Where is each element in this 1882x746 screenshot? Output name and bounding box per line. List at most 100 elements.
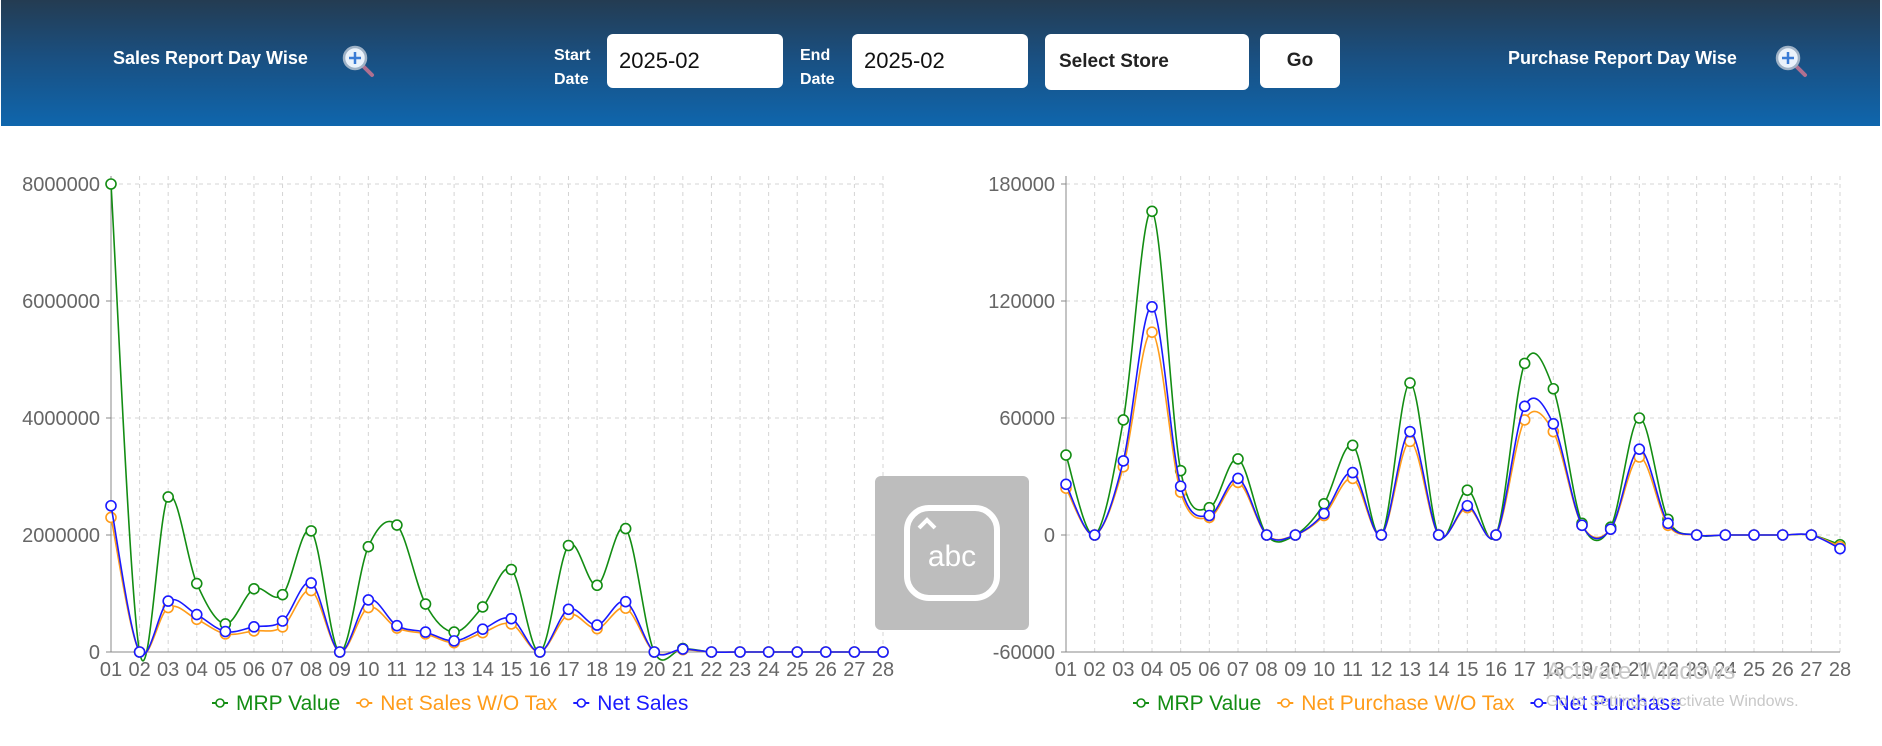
data-point[interactable] bbox=[1260, 529, 1273, 541]
data-point[interactable] bbox=[362, 594, 375, 606]
data-point[interactable] bbox=[1146, 301, 1158, 313]
data-point[interactable] bbox=[534, 646, 546, 658]
data-point[interactable] bbox=[305, 525, 317, 537]
data-point[interactable] bbox=[1518, 357, 1531, 370]
data-point[interactable] bbox=[505, 563, 518, 576]
data-point[interactable] bbox=[1404, 377, 1416, 389]
data-point[interactable] bbox=[276, 588, 289, 601]
data-point[interactable] bbox=[1318, 507, 1330, 520]
data-point[interactable] bbox=[1690, 529, 1703, 541]
keyboard-tile[interactable]: abc bbox=[875, 476, 1029, 630]
data-point[interactable] bbox=[1404, 435, 1416, 448]
data-point[interactable] bbox=[1060, 449, 1072, 461]
legend-item[interactable]: Net Sales bbox=[573, 692, 688, 715]
series-line bbox=[1065, 306, 1841, 550]
data-point[interactable] bbox=[648, 646, 661, 658]
data-point[interactable] bbox=[391, 619, 403, 632]
data-point[interactable] bbox=[877, 646, 889, 658]
data-point[interactable] bbox=[162, 595, 174, 607]
data-point[interactable] bbox=[1748, 529, 1760, 541]
data-point[interactable] bbox=[1461, 499, 1474, 512]
x-tick-label: 20 bbox=[643, 659, 665, 681]
data-point[interactable] bbox=[419, 598, 432, 610]
data-point[interactable] bbox=[1117, 455, 1130, 467]
data-point[interactable] bbox=[333, 646, 346, 658]
data-point[interactable] bbox=[1719, 529, 1732, 541]
data-point[interactable] bbox=[705, 646, 718, 658]
data-point[interactable] bbox=[1232, 472, 1244, 485]
data-point[interactable] bbox=[1117, 414, 1130, 426]
data-point[interactable] bbox=[190, 608, 203, 621]
legend-item[interactable]: Net Purchase W/O Tax bbox=[1277, 692, 1515, 715]
sales-zoom-icon[interactable] bbox=[341, 44, 375, 78]
data-point[interactable] bbox=[190, 577, 203, 590]
purchase-zoom-icon[interactable] bbox=[1774, 44, 1808, 78]
data-point[interactable] bbox=[391, 519, 403, 531]
data-point[interactable] bbox=[1088, 529, 1101, 541]
data-point[interactable] bbox=[162, 491, 174, 503]
data-point[interactable] bbox=[1604, 523, 1617, 535]
data-point[interactable] bbox=[762, 646, 775, 658]
store-select[interactable]: Select Store bbox=[1045, 34, 1249, 90]
data-point[interactable] bbox=[1146, 205, 1158, 218]
data-point[interactable] bbox=[1375, 529, 1388, 541]
data-point[interactable] bbox=[219, 625, 232, 638]
x-tick-label: 12 bbox=[1370, 659, 1392, 681]
data-point[interactable] bbox=[1346, 466, 1359, 479]
data-point[interactable] bbox=[248, 621, 260, 633]
data-point[interactable] bbox=[1289, 529, 1302, 541]
data-point[interactable] bbox=[1776, 529, 1789, 541]
data-point[interactable] bbox=[562, 539, 575, 552]
data-point[interactable] bbox=[1461, 484, 1474, 496]
data-point[interactable] bbox=[1232, 453, 1244, 465]
data-point[interactable] bbox=[591, 619, 603, 631]
data-point[interactable] bbox=[1805, 529, 1818, 541]
data-point[interactable] bbox=[133, 646, 146, 658]
data-point[interactable] bbox=[1633, 443, 1646, 456]
data-point[interactable] bbox=[1432, 529, 1445, 541]
legend-item[interactable]: Net Sales W/O Tax bbox=[356, 692, 558, 715]
data-point[interactable] bbox=[734, 646, 746, 658]
data-point[interactable] bbox=[1174, 480, 1187, 493]
x-tick-label: 25 bbox=[1743, 659, 1765, 681]
data-point[interactable] bbox=[1576, 519, 1588, 532]
x-tick-label: 04 bbox=[186, 659, 208, 681]
end-date-input[interactable] bbox=[852, 34, 1028, 88]
data-point[interactable] bbox=[362, 540, 375, 553]
data-point[interactable] bbox=[820, 646, 832, 658]
start-date-input[interactable] bbox=[607, 34, 783, 88]
legend-item[interactable]: MRP Value bbox=[1133, 692, 1261, 715]
data-point[interactable] bbox=[677, 643, 689, 655]
data-point[interactable] bbox=[505, 612, 518, 625]
data-point[interactable] bbox=[105, 511, 117, 524]
data-point[interactable] bbox=[619, 595, 632, 608]
data-point[interactable] bbox=[476, 601, 489, 613]
data-point[interactable] bbox=[1404, 425, 1416, 438]
data-point[interactable] bbox=[591, 579, 603, 592]
data-point[interactable] bbox=[476, 623, 489, 635]
data-point[interactable] bbox=[562, 603, 575, 616]
data-point[interactable] bbox=[619, 522, 632, 535]
data-point[interactable] bbox=[1547, 418, 1560, 430]
data-point[interactable] bbox=[105, 499, 117, 512]
data-point[interactable] bbox=[448, 635, 460, 647]
data-point[interactable] bbox=[1490, 529, 1502, 541]
data-point[interactable] bbox=[1518, 400, 1531, 413]
data-point[interactable] bbox=[1834, 542, 1846, 555]
data-point[interactable] bbox=[1633, 412, 1646, 424]
go-button[interactable]: Go bbox=[1260, 34, 1340, 88]
data-point[interactable] bbox=[848, 646, 861, 658]
data-point[interactable] bbox=[419, 626, 432, 638]
data-point[interactable] bbox=[1146, 326, 1158, 338]
data-point[interactable] bbox=[276, 615, 289, 627]
data-point[interactable] bbox=[1662, 517, 1674, 530]
data-point[interactable] bbox=[105, 178, 117, 190]
data-point[interactable] bbox=[791, 646, 804, 658]
data-point[interactable] bbox=[1547, 382, 1560, 395]
legend-item[interactable]: MRP Value bbox=[212, 692, 340, 715]
data-point[interactable] bbox=[305, 577, 317, 589]
data-point[interactable] bbox=[248, 583, 260, 595]
data-point[interactable] bbox=[1346, 439, 1359, 452]
data-point[interactable] bbox=[1203, 509, 1216, 522]
data-point[interactable] bbox=[1060, 478, 1072, 491]
